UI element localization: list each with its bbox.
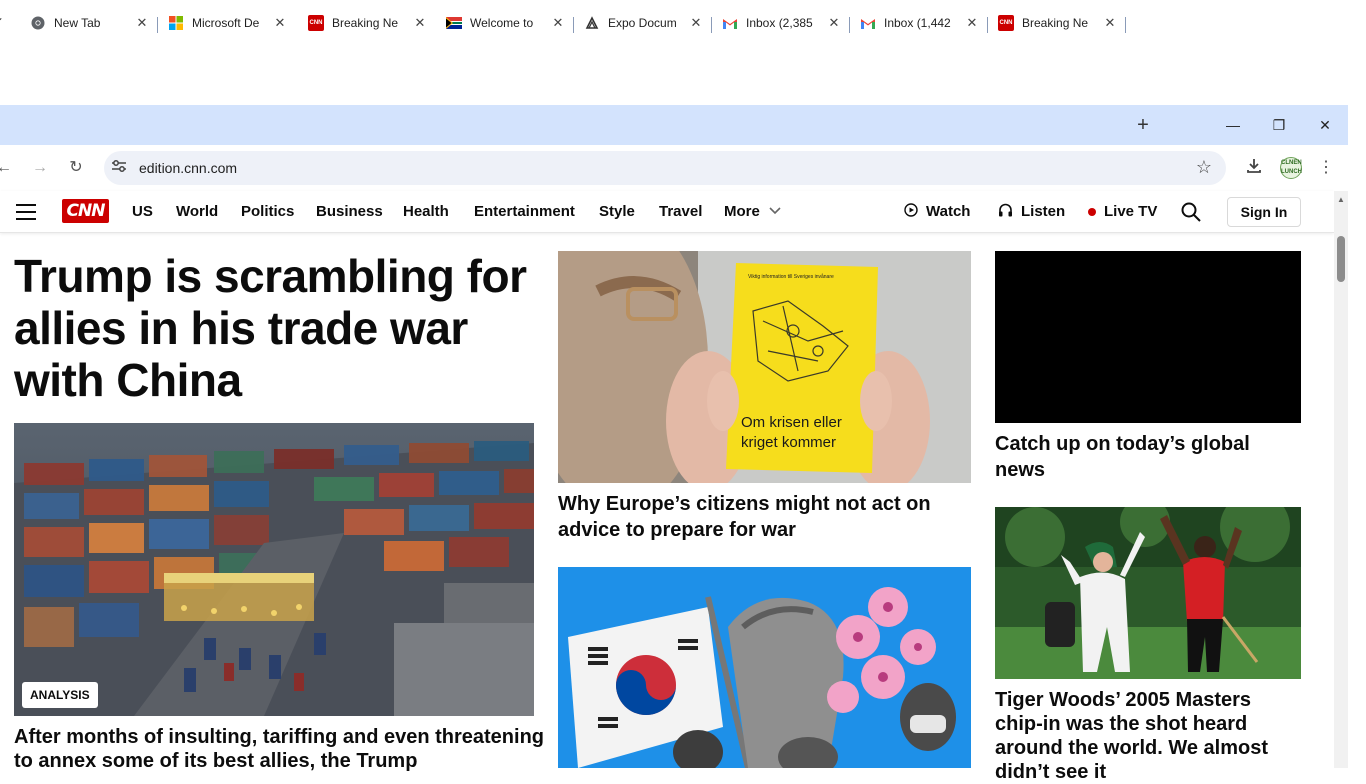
cnn-icon: CNN [308,15,324,31]
search-icon[interactable] [1180,201,1202,223]
watch-label: Watch [926,203,971,220]
cnn-icon: CNN [998,15,1014,31]
chrome-icon [30,15,46,31]
chevron-down-icon[interactable] [769,204,781,218]
reload-icon[interactable]: ↻ [66,158,86,178]
watch-link[interactable]: Watch [904,203,970,220]
window-close-icon[interactable]: ✕ [1302,112,1348,138]
nav-more[interactable]: More [724,203,760,220]
close-icon[interactable]: ✕ [272,15,288,31]
address-bar[interactable] [104,151,1226,185]
europe-card-title[interactable]: Why Europe’s citizens might not act on a… [558,491,971,543]
nav-health[interactable]: Health [403,203,449,220]
url-text[interactable]: edition.cnn.com [139,160,237,176]
download-icon[interactable] [1243,157,1265,179]
booklet-top-text: Viktig information till Sveriges invånar… [748,273,834,280]
tab-gmail-1[interactable]: Inbox (2,385 ✕ [712,6,850,40]
live-tv-label: Live TV [1104,203,1158,220]
tab-title: Inbox (1,442 [884,16,951,30]
bookmark-star-icon[interactable]: ☆ [1194,157,1214,177]
headphones-icon [998,203,1013,220]
cnn-logo[interactable]: CNN [62,199,109,223]
live-tv-link[interactable]: Live TV [1088,203,1157,220]
tab-title: Breaking Ne [332,16,399,30]
tiger-woods-image[interactable] [995,507,1301,679]
tab-title: Welcome to [470,16,534,30]
microsoft-icon [168,15,184,31]
close-icon[interactable]: ✕ [688,15,704,31]
lead-headline[interactable]: Trump is scrambling for allies in his tr… [14,250,534,406]
video-player[interactable] [995,251,1301,423]
forward-arrow-icon[interactable]: → [30,158,50,178]
nav-style[interactable]: Style [599,203,635,220]
scroll-up-arrow-icon[interactable]: ▲ [1336,195,1346,205]
video-card-title[interactable]: Catch up on today’s global news [995,431,1301,483]
hamburger-menu-icon[interactable] [16,204,36,220]
port-containers-image[interactable] [14,423,534,716]
gmail-icon [722,15,738,31]
tab-title: Expo Docum [608,16,677,30]
tab-microsoft[interactable]: Microsoft De ✕ [158,6,296,40]
nav-travel[interactable]: Travel [659,203,702,220]
close-icon[interactable]: ✕ [1102,15,1118,31]
europe-booklet-image[interactable]: Viktig information till Sveriges invånar… [558,251,971,483]
expo-icon [584,15,600,31]
tab-gmail-2[interactable]: Inbox (1,442 ✕ [850,6,988,40]
close-icon[interactable]: ✕ [964,15,980,31]
site-settings-icon[interactable] [110,159,128,177]
close-icon[interactable]: ✕ [412,15,428,31]
tab-separator [1125,17,1126,33]
tab-title: New Tab [54,16,101,30]
live-dot-icon [1088,207,1096,216]
tiger-card-title[interactable]: Tiger Woods’ 2005 Masters chip-in was th… [995,688,1301,784]
play-circle-icon [904,203,918,220]
south-africa-flag-icon [446,15,462,31]
nav-us[interactable]: US [132,203,153,220]
tab-expo[interactable]: Expo Docum ✕ [574,6,712,40]
tab-cnn-active[interactable]: CNN Breaking Ne ✕ [298,6,436,40]
back-arrow-icon[interactable]: ← [0,158,14,178]
nav-business[interactable]: Business [316,203,383,220]
new-tab-plus-icon[interactable]: + [1133,112,1153,138]
listen-link[interactable]: Listen [998,203,1065,220]
tab-search-chevron-icon[interactable]: ⌄ [0,10,10,30]
tab-cnn-2[interactable]: CNN Breaking Ne ✕ [988,6,1126,40]
tab-title: Inbox (2,385 [746,16,813,30]
profile-avatar[interactable]: CLNEN LUNCH [1280,157,1302,179]
close-icon[interactable]: ✕ [550,15,566,31]
tab-welcome[interactable]: Welcome to ✕ [436,6,574,40]
tab-new-tab[interactable]: New Tab ✕ [20,6,158,40]
close-icon[interactable]: ✕ [826,15,842,31]
booklet-title-line2: kriget kommer [741,434,836,451]
restore-icon[interactable]: ❐ [1256,112,1302,138]
gmail-icon [860,15,876,31]
tab-title: Breaking Ne [1022,16,1089,30]
booklet-title-line1: Om krisen eller [741,414,842,431]
nav-entertainment[interactable]: Entertainment [474,203,575,220]
lead-subtext[interactable]: After months of insulting, tariffing and… [14,725,544,773]
scrollbar-thumb[interactable] [1337,236,1345,282]
listen-label: Listen [1021,203,1066,220]
tab-title: Microsoft De [192,16,260,30]
nav-world[interactable]: World [176,203,218,220]
sign-in-button[interactable]: Sign In [1227,197,1301,227]
korea-flag-collage-image[interactable] [558,567,971,768]
close-icon[interactable]: ✕ [134,15,150,31]
nav-politics[interactable]: Politics [241,203,294,220]
minimize-icon[interactable]: — [1210,112,1256,138]
kebab-menu-icon[interactable]: ⋮ [1315,157,1337,179]
analysis-badge: ANALYSIS [22,682,98,708]
